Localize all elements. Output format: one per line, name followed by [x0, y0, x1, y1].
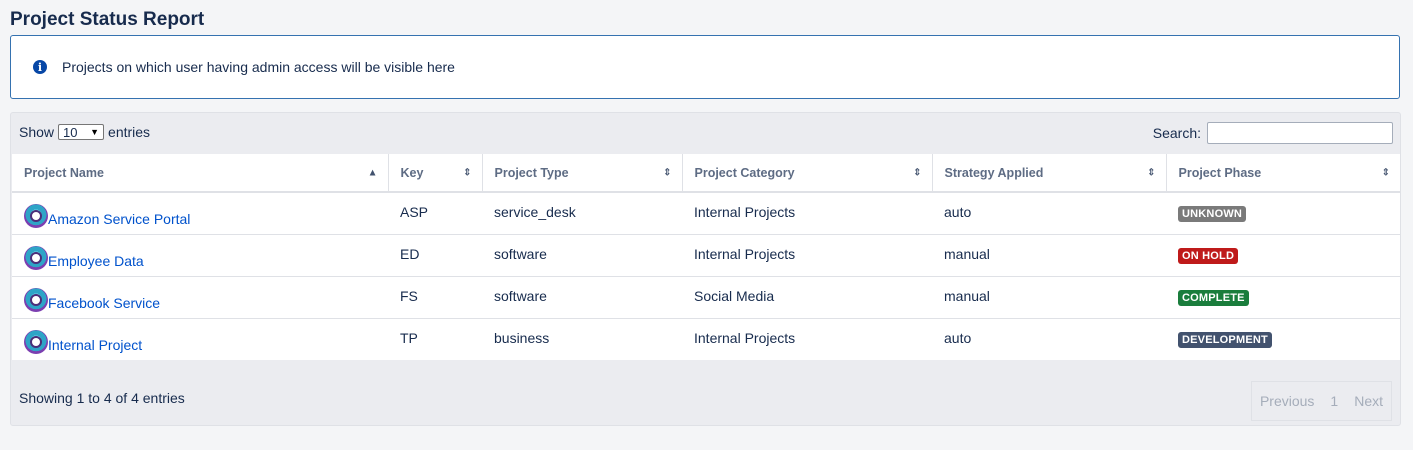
- strategy-applied: auto: [944, 329, 972, 346]
- sort-both-icon: ⇕: [1381, 167, 1390, 178]
- entries-info: Showing 1 to 4 of 4 entries: [19, 390, 185, 406]
- previous-button[interactable]: Previous: [1252, 382, 1322, 420]
- search-label: Search:: [1152, 125, 1201, 141]
- column-header-project-name[interactable]: Project Name ▲: [12, 154, 389, 193]
- column-header-project-type[interactable]: Project Type ⇕: [482, 154, 683, 193]
- project-key: FS: [388, 276, 482, 319]
- sort-both-icon: ⇕: [663, 167, 672, 178]
- project-category: Internal Projects: [682, 192, 932, 235]
- page-title: Project Status Report: [10, 9, 205, 30]
- project-type: business: [494, 329, 550, 346]
- table-panel: Show 10 ▼ entries Search: Project Name ▲ …: [10, 112, 1401, 426]
- page-1-button[interactable]: 1: [1322, 382, 1346, 420]
- project-type: software: [482, 276, 682, 319]
- project-key: ED: [388, 234, 482, 277]
- project-avatar-icon: [24, 330, 48, 355]
- search-control: Search:: [1153, 122, 1393, 144]
- phase-badge: DEVELOPMENT: [1178, 332, 1272, 349]
- project-category: Internal Projects: [682, 234, 932, 277]
- table-footer: Showing 1 to 4 of 4 entries Previous 1 N…: [11, 365, 1400, 425]
- next-button[interactable]: Next: [1346, 382, 1391, 420]
- phase-badge: COMPLETE: [1178, 290, 1249, 306]
- sort-both-icon: ⇕: [913, 167, 922, 178]
- project-avatar-icon: [24, 288, 48, 312]
- info-message-text: Projects on which user having admin acce…: [62, 59, 455, 75]
- column-header-project-phase[interactable]: Project Phase ⇕: [1166, 154, 1400, 193]
- project-link[interactable]: Employee Data: [48, 253, 144, 269]
- caret-down-icon: ▼: [90, 127, 100, 137]
- phase-badge: UNKNOWN: [1178, 206, 1247, 223]
- project-type: software: [482, 234, 682, 277]
- entries-label: entries: [108, 124, 151, 140]
- table-header-row: Project Name ▲ Key ⇕ Project Type ⇕ Project…: [12, 154, 1400, 193]
- strategy-applied: manual: [932, 234, 1166, 277]
- column-header-strategy-applied[interactable]: Strategy Applied ⇕: [932, 154, 1167, 193]
- project-category: Social Media: [682, 276, 932, 319]
- strategy-applied: auto: [932, 192, 1166, 235]
- search-input[interactable]: [1207, 122, 1393, 144]
- entries-length-select[interactable]: 10 ▼: [58, 124, 105, 140]
- strategy-applied: manual: [932, 276, 1166, 319]
- sort-both-icon: ⇕: [1147, 167, 1156, 178]
- column-header-key[interactable]: Key ⇕: [388, 154, 483, 193]
- table-row: Employee Data ED software Internal Proje…: [12, 234, 1400, 277]
- table-controls: Show 10 ▼ entries Search:: [11, 113, 1400, 153]
- pagination: Previous 1 Next: [1250, 381, 1392, 421]
- project-link[interactable]: Amazon Service Portal: [48, 211, 190, 227]
- project-link[interactable]: Internal Project: [48, 337, 142, 353]
- show-label: Show: [19, 124, 55, 140]
- project-category: Internal Projects: [694, 329, 796, 346]
- info-message-box: i Projects on which user having admin ac…: [10, 35, 1400, 99]
- sort-both-icon: ⇕: [463, 167, 472, 178]
- show-entries-control: Show 10 ▼ entries: [19, 124, 150, 140]
- project-key: TP: [400, 329, 418, 346]
- project-type: service_desk: [482, 192, 682, 235]
- project-avatar-icon: [24, 204, 48, 229]
- project-table: Project Name ▲ Key ⇕ Project Type ⇕ Project…: [12, 154, 1400, 360]
- table-row: Facebook Service FS software Social Medi…: [12, 276, 1400, 319]
- table-row: Internal Project TP business Internal Pr…: [12, 318, 1400, 360]
- column-header-project-category[interactable]: Project Category ⇕: [682, 154, 933, 193]
- phase-badge: ON HOLD: [1178, 248, 1239, 264]
- sort-asc-icon: ▲: [367, 167, 378, 178]
- entries-length-value: 10: [63, 124, 78, 140]
- info-icon: i: [33, 60, 47, 74]
- project-avatar-icon: [24, 246, 48, 270]
- project-key: ASP: [388, 192, 482, 235]
- table-row: Amazon Service Portal ASP service_desk I…: [12, 192, 1400, 235]
- project-link[interactable]: Facebook Service: [48, 295, 160, 311]
